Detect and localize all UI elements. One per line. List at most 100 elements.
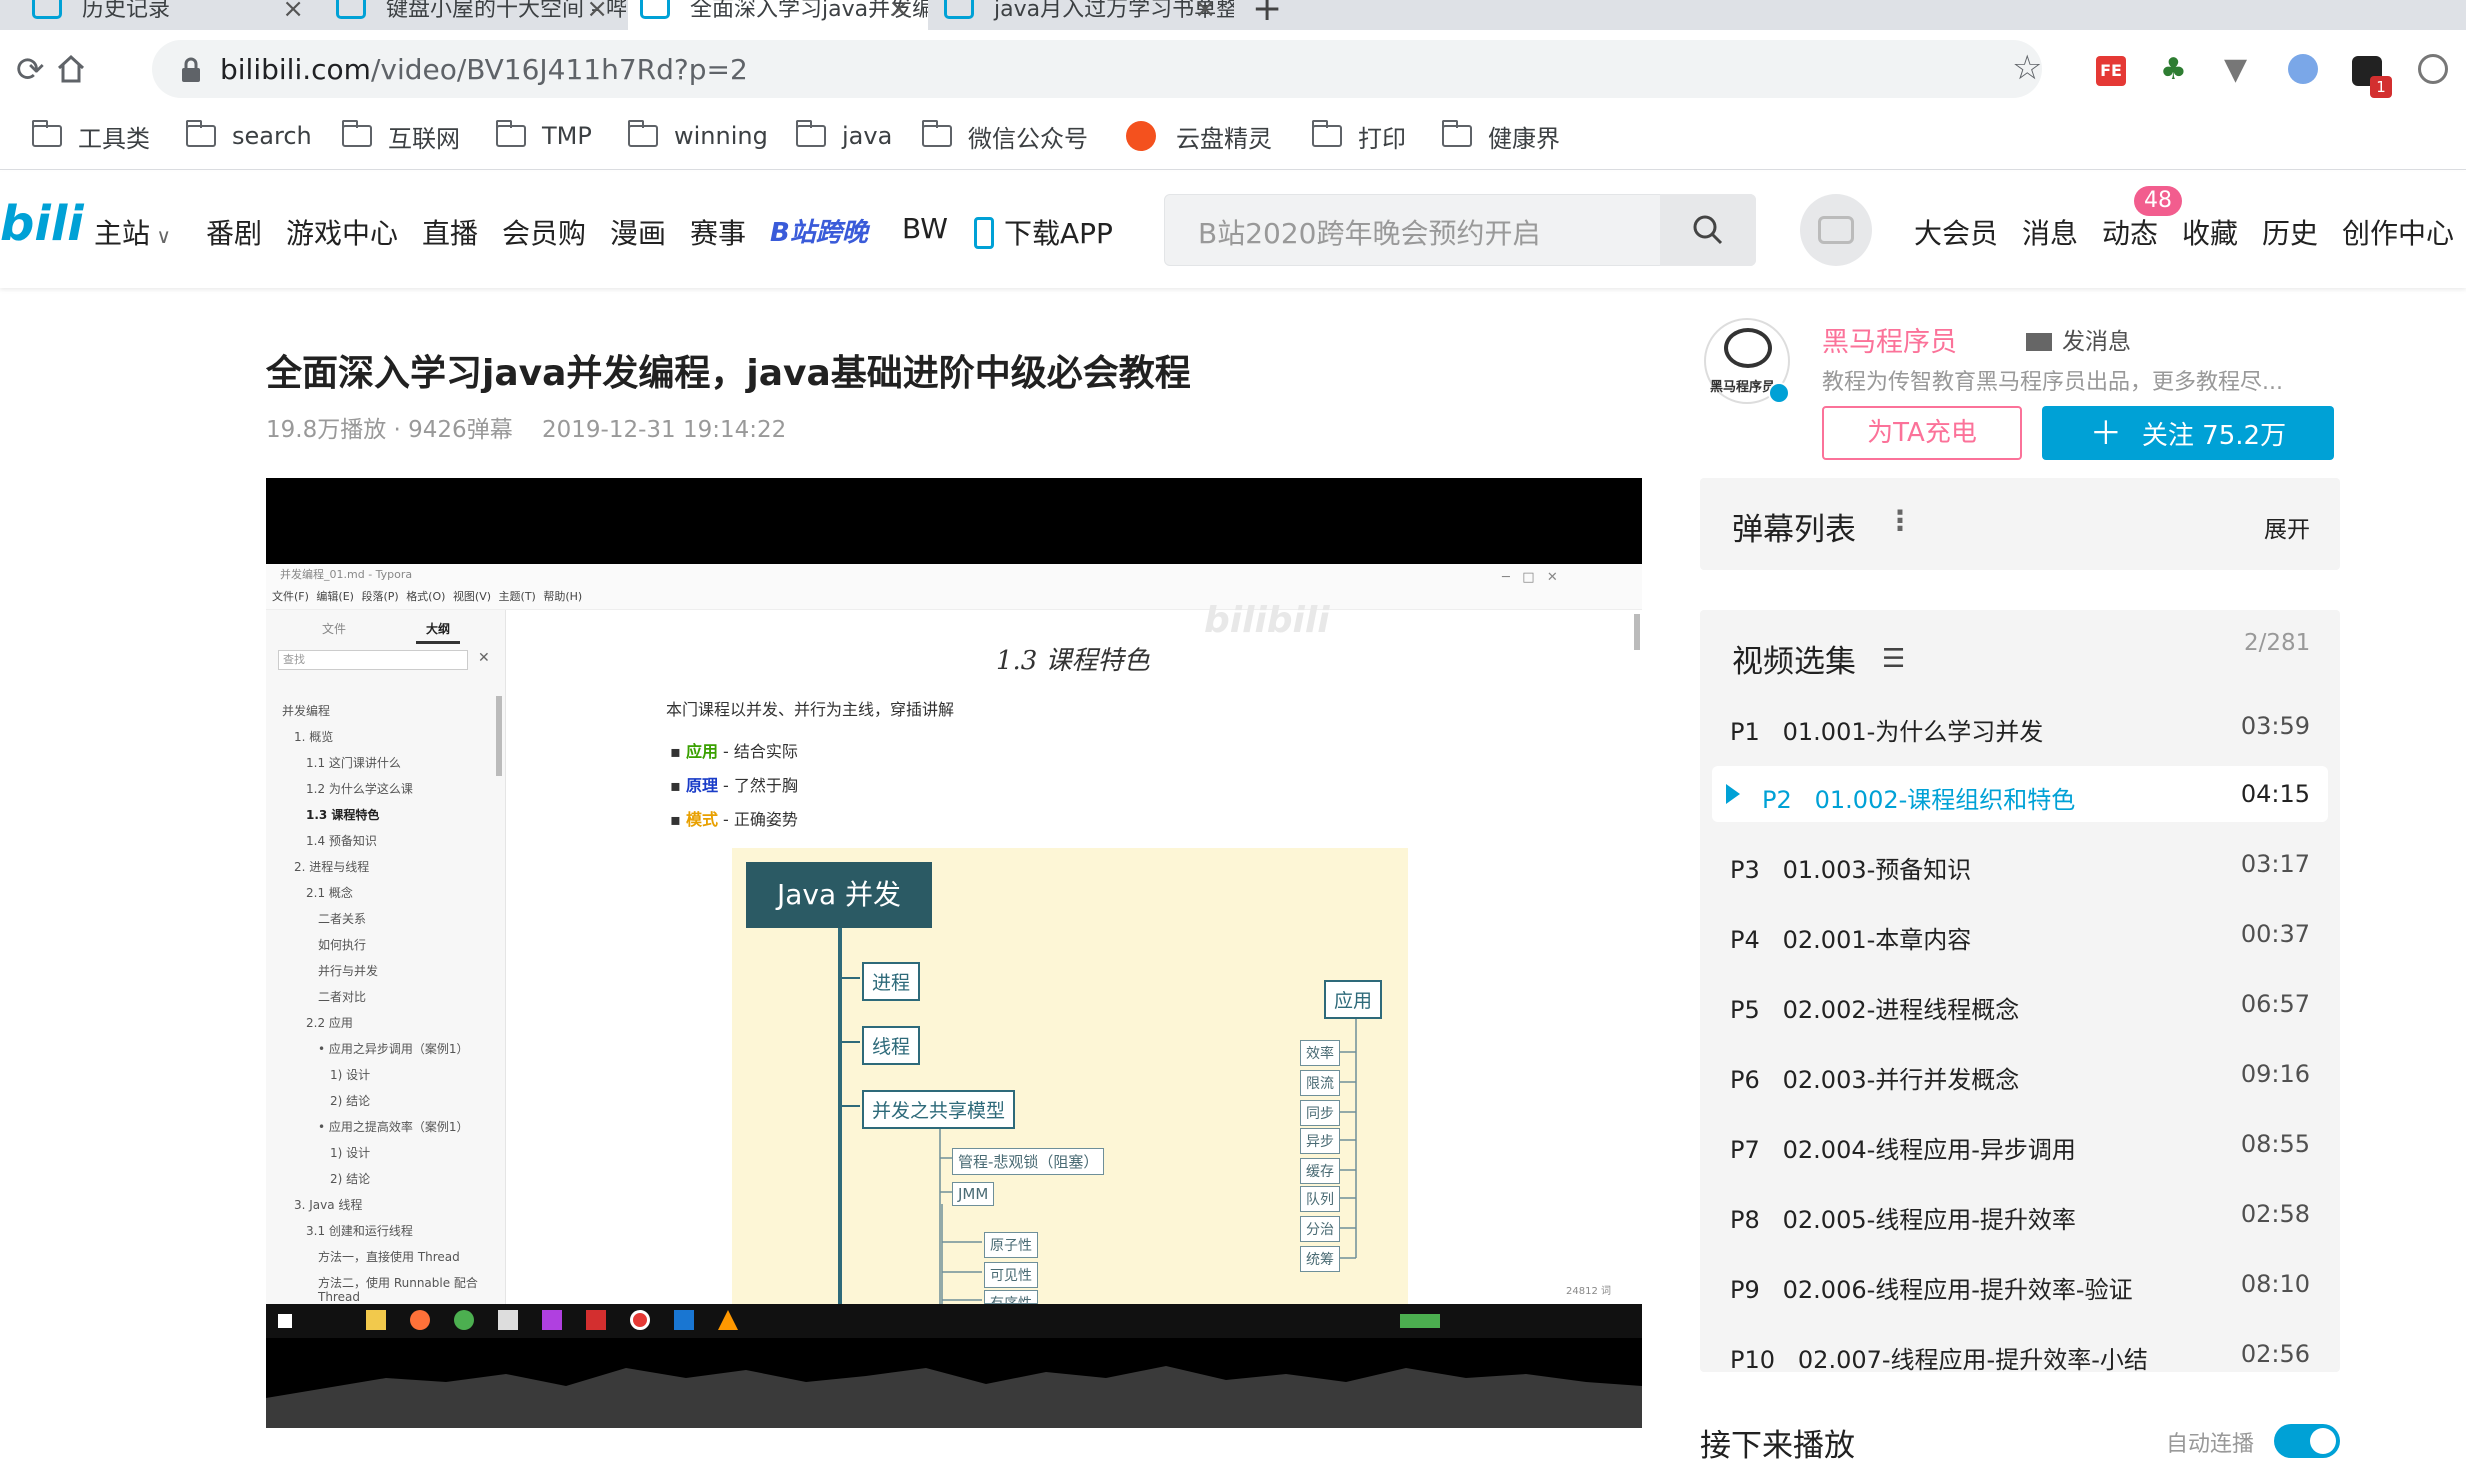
episode-item[interactable]: P1 01.001-为什么学习并发 03:59: [1730, 712, 2310, 752]
expand-button[interactable]: 展开: [2264, 510, 2310, 544]
mindmap-node: 应用: [1324, 980, 1383, 1019]
episode-item[interactable]: P4 02.001-本章内容 00:37: [1730, 920, 2310, 960]
nav-messages[interactable]: 消息: [2022, 212, 2078, 252]
nav-manga[interactable]: 漫画: [610, 212, 666, 252]
mindmap-leaf: JMM: [952, 1182, 995, 1206]
chrome-icon: [454, 1310, 474, 1330]
video-windows-taskbar: [266, 1304, 1642, 1338]
nav-vip[interactable]: 大会员: [1914, 212, 1998, 252]
nav-bangumi[interactable]: 番剧: [206, 212, 262, 252]
user-avatar[interactable]: [1800, 194, 1872, 266]
close-tab-icon[interactable]: ×: [282, 0, 304, 24]
nav-new-year-gala[interactable]: B站跨晚: [770, 212, 868, 249]
vlc-icon: [718, 1310, 738, 1330]
extension-vue-icon[interactable]: ▼: [2224, 52, 2247, 87]
up-avatar[interactable]: 黑马程序员: [1704, 318, 1790, 404]
nav-live[interactable]: 直播: [422, 212, 478, 252]
close-tab-icon[interactable]: ×: [1194, 0, 1216, 24]
record-icon: [630, 1310, 650, 1330]
chevron-down-icon: ∨: [150, 224, 172, 248]
autoplay-toggle[interactable]: [2274, 1424, 2340, 1458]
mindmap-leaf: 同步: [1300, 1100, 1340, 1126]
folder-icon: [342, 120, 372, 147]
reload-icon[interactable]: ⟳: [16, 50, 45, 90]
close-icon: ✕: [478, 650, 490, 666]
playlist-title: 视频选集: [1732, 644, 1856, 680]
nav-favorites[interactable]: 收藏: [2182, 212, 2238, 252]
nav-dynamics[interactable]: 动态: [2102, 212, 2158, 252]
new-tab-button[interactable]: +: [1252, 0, 1282, 29]
nav-download-app[interactable]: 下载APP: [974, 212, 1113, 252]
bookmark-folder[interactable]: java: [796, 118, 892, 154]
close-tab-icon[interactable]: ×: [888, 0, 910, 24]
bookmark-folder[interactable]: search: [186, 118, 312, 154]
extension-fe-icon[interactable]: FE: [2096, 56, 2126, 86]
dynamics-count-badge: 48: [2134, 186, 2182, 216]
folder-icon: [186, 120, 216, 147]
extension-badge: 1: [2370, 76, 2392, 98]
episode-item[interactable]: P9 02.006-线程应用-提升效率-验证 08:10: [1730, 1270, 2310, 1310]
video-title: 全面深入学习java并发编程，java基础进阶中级必会教程: [266, 353, 1191, 394]
nav-game-center[interactable]: 游戏中心: [286, 212, 398, 252]
bookmark-folder[interactable]: 健康界: [1442, 118, 1560, 154]
nav-bw[interactable]: BW: [902, 212, 948, 245]
bilibili-tab-icon: [336, 0, 366, 19]
home-icon[interactable]: [56, 54, 86, 84]
charge-button[interactable]: 为TA充电: [1822, 406, 2022, 460]
mindmap-root: Java 并发: [746, 862, 932, 928]
typora-menu: 文件(F) 编辑(E) 段落(P) 格式(O) 视图(V) 主题(T) 帮助(H…: [272, 590, 583, 603]
nav-creator-center[interactable]: 创作中心: [2342, 212, 2454, 252]
bookmark-folder[interactable]: TMP: [496, 118, 592, 154]
search-button[interactable]: [1660, 194, 1756, 266]
up-name[interactable]: 黑马程序员: [1822, 320, 1957, 359]
send-message-button[interactable]: 发消息: [2026, 322, 2131, 356]
typora-icon: [674, 1310, 694, 1330]
bookmark-folder[interactable]: 打印: [1312, 118, 1406, 154]
bookmark-folder[interactable]: 工具类: [32, 118, 150, 154]
list-icon[interactable]: ☰: [1882, 644, 1905, 674]
episode-item-current[interactable]: P2 01.002-课程组织和特色 04:15: [1726, 780, 2310, 820]
browser-tab[interactable]: 历史记录 ×: [32, 0, 322, 30]
close-tab-icon[interactable]: ×: [586, 0, 608, 24]
search-input[interactable]: B站2020跨年晚会预约开启: [1198, 212, 1540, 252]
bookmark-folder[interactable]: 微信公众号: [922, 118, 1088, 154]
bookmark-star-icon[interactable]: ☆: [2012, 48, 2042, 88]
cloud-app-icon: [1126, 121, 1156, 151]
mindmap-leaf: 缓存: [1300, 1158, 1340, 1184]
envelope-icon: [2026, 333, 2052, 351]
phone-icon: [974, 217, 994, 249]
bilibili-tab-icon: [640, 0, 670, 19]
browser-tab[interactable]: java月入过万学习书单整理 - 哔哩 ×: [944, 0, 1234, 30]
follow-button[interactable]: ＋关注 75.2万: [2042, 406, 2334, 460]
extension-plant-icon[interactable]: ♣: [2160, 52, 2187, 87]
nav-esports[interactable]: 赛事: [690, 212, 746, 252]
bookmark-link[interactable]: 云盘精灵: [1126, 118, 1272, 154]
episode-item[interactable]: P10 02.007-线程应用-提升效率-小结 02:56: [1730, 1340, 2310, 1380]
audio-waveform: [266, 1338, 1642, 1428]
bookmark-folder[interactable]: winning: [628, 118, 768, 154]
extension-settings-icon[interactable]: [2418, 54, 2448, 84]
bilibili-logo[interactable]: bili: [0, 196, 84, 252]
episode-item[interactable]: P7 02.004-线程应用-异步调用 08:55: [1730, 1130, 2310, 1170]
extension-globe-icon[interactable]: [2288, 54, 2318, 84]
nav-history[interactable]: 历史: [2262, 212, 2318, 252]
episode-item[interactable]: P5 02.002-进程线程概念 06:57: [1730, 990, 2310, 1030]
bilibili-tab-icon: [32, 0, 62, 19]
windows-start-icon: [278, 1314, 292, 1328]
episode-item[interactable]: P3 01.003-预备知识 03:17: [1730, 850, 2310, 890]
url-text[interactable]: bilibili.com/video/BV16J411h7Rd?p=2: [220, 53, 748, 86]
episode-item[interactable]: P6 02.003-并行并发概念 09:16: [1730, 1060, 2310, 1100]
mindmap-leaf: 队列: [1300, 1186, 1340, 1212]
folder-icon: [628, 120, 658, 147]
more-vertical-icon[interactable]: ⋮: [1886, 504, 1914, 537]
nav-main[interactable]: 主站 ∨: [94, 212, 171, 252]
window-controls: ─ □ ✕: [1502, 570, 1558, 585]
folder-icon: [1442, 120, 1472, 147]
doc-intro: 本门课程以并发、并行为主线，穿插讲解: [666, 700, 955, 719]
browser-tab[interactable]: 键盘小屋的十大空间 - 哔哩哔哩 ×: [336, 0, 626, 30]
browser-tab-active[interactable]: 全面深入学习java并发编程，java ×: [628, 0, 928, 30]
episode-item[interactable]: P8 02.005-线程应用-提升效率 02:58: [1730, 1200, 2310, 1240]
nav-mall[interactable]: 会员购: [502, 212, 586, 252]
bookmark-folder[interactable]: 互联网: [342, 118, 460, 154]
mindmap-node: 线程: [862, 1026, 921, 1065]
